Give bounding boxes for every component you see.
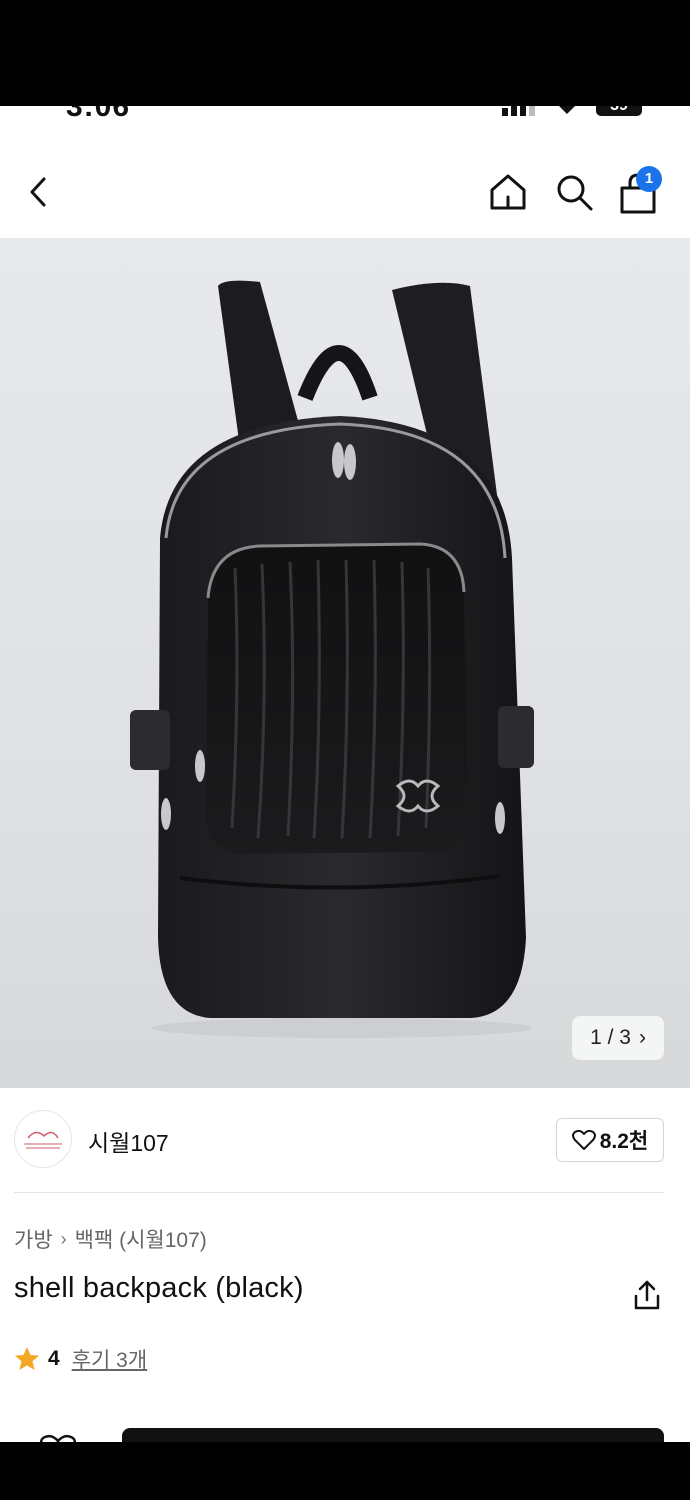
image-counter[interactable]: 1 / 3 › [572, 1016, 664, 1060]
top-black-band [0, 0, 690, 106]
status-bar: 3:06 39 [0, 106, 690, 130]
bottom-action-bar [0, 1424, 690, 1442]
review-link[interactable]: 후기 3개 [72, 1344, 147, 1374]
rating-row: 4 후기 3개 [14, 1344, 147, 1374]
cart-button[interactable]: 1 [616, 166, 664, 218]
bottom-black-band [0, 1442, 690, 1500]
search-icon [557, 175, 593, 211]
share-icon [634, 1280, 660, 1310]
signal-icon [502, 106, 535, 116]
seller-avatar[interactable] [14, 1110, 72, 1168]
home-icon [490, 174, 526, 210]
search-button[interactable] [552, 170, 596, 214]
chevron-right-icon: › [60, 1228, 67, 1249]
heart-icon [571, 1129, 596, 1150]
back-icon [30, 177, 46, 207]
backpack-image [130, 280, 534, 1038]
chevron-right-icon: › [638, 1026, 646, 1049]
product-image[interactable]: 1 / 3 › [0, 238, 690, 1088]
wishlist-button[interactable] [38, 1434, 78, 1442]
home-button[interactable] [486, 170, 530, 214]
like-count: 8.2천 [599, 1130, 649, 1153]
seller-name[interactable]: 시월107 [88, 1124, 169, 1158]
rating-value: 4 [48, 1347, 60, 1370]
seller-logo [24, 1131, 62, 1149]
image-counter-text: 1 / 3 [590, 1026, 631, 1049]
top-navigation: 1 [0, 150, 690, 234]
wifi-icon [559, 106, 575, 114]
share-button[interactable] [630, 1278, 664, 1312]
status-time: 3:06 [66, 106, 131, 123]
breadcrumb: 가방 › 백팩 (시월107) [14, 1224, 207, 1254]
seller-row: 시월107 8.2천 [0, 1088, 690, 1192]
star-icon [15, 1347, 39, 1370]
like-button[interactable]: 8.2천 [556, 1118, 664, 1162]
product-title: shell backpack (black) [14, 1272, 304, 1304]
breadcrumb-item-category[interactable]: 가방 [14, 1224, 53, 1254]
app-screen: 3:06 39 [0, 106, 690, 1442]
divider [14, 1192, 664, 1193]
battery-indicator: 39 [596, 106, 642, 116]
cart-count-badge: 1 [636, 166, 662, 192]
buy-button[interactable] [122, 1428, 664, 1442]
back-button[interactable] [20, 172, 56, 212]
heart-icon [40, 1434, 76, 1442]
breadcrumb-item-subcategory[interactable]: 백팩 (시월107) [75, 1224, 207, 1254]
